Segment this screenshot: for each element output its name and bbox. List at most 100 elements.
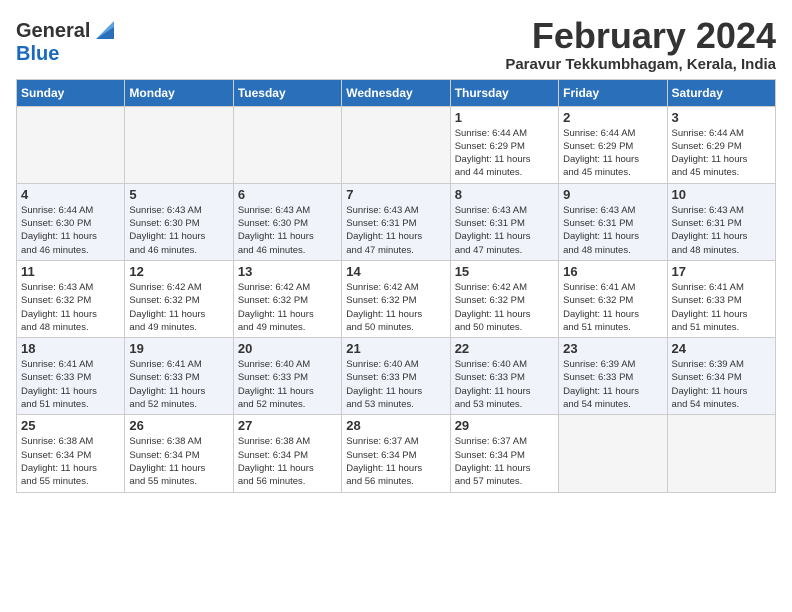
day-info: Sunrise: 6:44 AM Sunset: 6:29 PM Dayligh… (672, 127, 771, 180)
calendar-header-row: SundayMondayTuesdayWednesdayThursdayFrid… (17, 79, 776, 106)
calendar-cell: 24Sunrise: 6:39 AM Sunset: 6:34 PM Dayli… (667, 338, 775, 415)
calendar-cell: 1 Sunrise: 6:44 AM Sunset: 6:29 PM Daylig… (450, 106, 558, 183)
calendar-cell: 17Sunrise: 6:41 AM Sunset: 6:33 PM Dayli… (667, 260, 775, 337)
calendar-cell: 9Sunrise: 6:43 AM Sunset: 6:31 PM Daylig… (559, 183, 667, 260)
day-info: Sunrise: 6:42 AM Sunset: 6:32 PM Dayligh… (129, 281, 228, 334)
calendar-week-row-3: 11Sunrise: 6:43 AM Sunset: 6:32 PM Dayli… (17, 260, 776, 337)
day-number: 18 (21, 341, 120, 356)
header: General Blue February 2024 Paravur Tekku… (16, 16, 776, 73)
day-number: 6 (238, 187, 337, 202)
logo-general-text: General (16, 20, 90, 43)
calendar-cell: 16 Sunrise: 6:41 AM Sunset: 6:32 PM Dayli… (559, 260, 667, 337)
day-info: Sunrise: 6:43 AM Sunset: 6:31 PM Dayligh… (672, 204, 771, 257)
day-number: 15 (455, 264, 554, 279)
day-info: Sunrise: 6:37 AM Sunset: 6:34 PM Dayligh… (455, 435, 554, 488)
day-info: Sunrise: 6:40 AM Sunset: 6:33 PM Dayligh… (238, 358, 337, 411)
day-number: 14 (346, 264, 445, 279)
calendar-week-row-5: 25 Sunrise: 6:38 AM Sunset: 6:34 PM Dayli… (17, 415, 776, 492)
day-number: 10 (672, 187, 771, 202)
day-number: 29 (455, 418, 554, 433)
day-info: Sunrise: 6:40 AM Sunset: 6:33 PM Dayligh… (455, 358, 554, 411)
day-number: 21 (346, 341, 445, 356)
logo-blue-text: Blue (16, 43, 59, 66)
calendar-cell: 12 Sunrise: 6:42 AM Sunset: 6:32 PM Dayli… (125, 260, 233, 337)
calendar-cell (17, 106, 125, 183)
calendar-cell: 6Sunrise: 6:43 AM Sunset: 6:30 PM Daylig… (233, 183, 341, 260)
calendar-header-saturday: Saturday (667, 79, 775, 106)
day-number: 27 (238, 418, 337, 433)
day-number: 2 (563, 110, 662, 125)
day-info: Sunrise: 6:42 AM Sunset: 6:32 PM Dayligh… (455, 281, 554, 334)
day-number: 4 (21, 187, 120, 202)
calendar-header-sunday: Sunday (17, 79, 125, 106)
day-number: 13 (238, 264, 337, 279)
calendar-cell: 4 Sunrise: 6:44 AM Sunset: 6:30 PM Daylig… (17, 183, 125, 260)
day-info: Sunrise: 6:44 AM Sunset: 6:30 PM Dayligh… (21, 204, 120, 257)
day-info: Sunrise: 6:39 AM Sunset: 6:33 PM Dayligh… (563, 358, 662, 411)
calendar-cell: 23 Sunrise: 6:39 AM Sunset: 6:33 PM Dayli… (559, 338, 667, 415)
calendar-cell: 20 Sunrise: 6:40 AM Sunset: 6:33 PM Dayli… (233, 338, 341, 415)
day-number: 19 (129, 341, 228, 356)
day-number: 23 (563, 341, 662, 356)
calendar-cell (233, 106, 341, 183)
calendar-cell: 3 Sunrise: 6:44 AM Sunset: 6:29 PM Daylig… (667, 106, 775, 183)
day-number: 22 (455, 341, 554, 356)
day-number: 20 (238, 341, 337, 356)
day-number: 26 (129, 418, 228, 433)
day-number: 7 (346, 187, 445, 202)
day-info: Sunrise: 6:44 AM Sunset: 6:29 PM Dayligh… (455, 127, 554, 180)
day-info: Sunrise: 6:38 AM Sunset: 6:34 PM Dayligh… (129, 435, 228, 488)
day-number: 9 (563, 187, 662, 202)
month-title: February 2024 (505, 16, 776, 56)
calendar-cell: 21 Sunrise: 6:40 AM Sunset: 6:33 PM Dayli… (342, 338, 450, 415)
calendar-cell: 25 Sunrise: 6:38 AM Sunset: 6:34 PM Dayli… (17, 415, 125, 492)
day-number: 16 (563, 264, 662, 279)
calendar-cell: 11Sunrise: 6:43 AM Sunset: 6:32 PM Dayli… (17, 260, 125, 337)
day-info: Sunrise: 6:40 AM Sunset: 6:33 PM Dayligh… (346, 358, 445, 411)
day-number: 28 (346, 418, 445, 433)
calendar-header-monday: Monday (125, 79, 233, 106)
calendar-cell (125, 106, 233, 183)
calendar-cell: 10 Sunrise: 6:43 AM Sunset: 6:31 PM Dayli… (667, 183, 775, 260)
calendar-week-row-4: 18 Sunrise: 6:41 AM Sunset: 6:33 PM Dayli… (17, 338, 776, 415)
day-info: Sunrise: 6:43 AM Sunset: 6:31 PM Dayligh… (346, 204, 445, 257)
logo-icon (92, 21, 114, 39)
calendar-cell: 29 Sunrise: 6:37 AM Sunset: 6:34 PM Dayli… (450, 415, 558, 492)
day-number: 3 (672, 110, 771, 125)
calendar-cell: 19Sunrise: 6:41 AM Sunset: 6:33 PM Dayli… (125, 338, 233, 415)
calendar-header-friday: Friday (559, 79, 667, 106)
day-info: Sunrise: 6:43 AM Sunset: 6:31 PM Dayligh… (455, 204, 554, 257)
day-number: 12 (129, 264, 228, 279)
day-info: Sunrise: 6:42 AM Sunset: 6:32 PM Dayligh… (346, 281, 445, 334)
day-info: Sunrise: 6:41 AM Sunset: 6:33 PM Dayligh… (672, 281, 771, 334)
day-info: Sunrise: 6:41 AM Sunset: 6:33 PM Dayligh… (21, 358, 120, 411)
day-info: Sunrise: 6:41 AM Sunset: 6:32 PM Dayligh… (563, 281, 662, 334)
day-info: Sunrise: 6:38 AM Sunset: 6:34 PM Dayligh… (21, 435, 120, 488)
day-info: Sunrise: 6:38 AM Sunset: 6:34 PM Dayligh… (238, 435, 337, 488)
location-subtitle: Paravur Tekkumbhagam, Kerala, India (505, 56, 776, 73)
calendar-week-row-1: 1 Sunrise: 6:44 AM Sunset: 6:29 PM Daylig… (17, 106, 776, 183)
day-number: 8 (455, 187, 554, 202)
calendar-header-thursday: Thursday (450, 79, 558, 106)
day-info: Sunrise: 6:42 AM Sunset: 6:32 PM Dayligh… (238, 281, 337, 334)
calendar-cell: 7 Sunrise: 6:43 AM Sunset: 6:31 PM Daylig… (342, 183, 450, 260)
calendar-cell: 15 Sunrise: 6:42 AM Sunset: 6:32 PM Dayli… (450, 260, 558, 337)
calendar-cell: 27 Sunrise: 6:38 AM Sunset: 6:34 PM Dayli… (233, 415, 341, 492)
calendar-cell: 14 Sunrise: 6:42 AM Sunset: 6:32 PM Dayli… (342, 260, 450, 337)
logo: General Blue (16, 20, 114, 66)
calendar-table: SundayMondayTuesdayWednesdayThursdayFrid… (16, 79, 776, 493)
day-number: 1 (455, 110, 554, 125)
day-number: 25 (21, 418, 120, 433)
calendar-cell: 13 Sunrise: 6:42 AM Sunset: 6:32 PM Dayli… (233, 260, 341, 337)
calendar-cell: 8 Sunrise: 6:43 AM Sunset: 6:31 PM Daylig… (450, 183, 558, 260)
day-info: Sunrise: 6:43 AM Sunset: 6:30 PM Dayligh… (129, 204, 228, 257)
calendar-cell (559, 415, 667, 492)
calendar-header-tuesday: Tuesday (233, 79, 341, 106)
day-info: Sunrise: 6:44 AM Sunset: 6:29 PM Dayligh… (563, 127, 662, 180)
calendar-header-wednesday: Wednesday (342, 79, 450, 106)
calendar-cell: 28Sunrise: 6:37 AM Sunset: 6:34 PM Dayli… (342, 415, 450, 492)
day-number: 5 (129, 187, 228, 202)
day-number: 11 (21, 264, 120, 279)
day-number: 24 (672, 341, 771, 356)
calendar-cell: 18 Sunrise: 6:41 AM Sunset: 6:33 PM Dayli… (17, 338, 125, 415)
